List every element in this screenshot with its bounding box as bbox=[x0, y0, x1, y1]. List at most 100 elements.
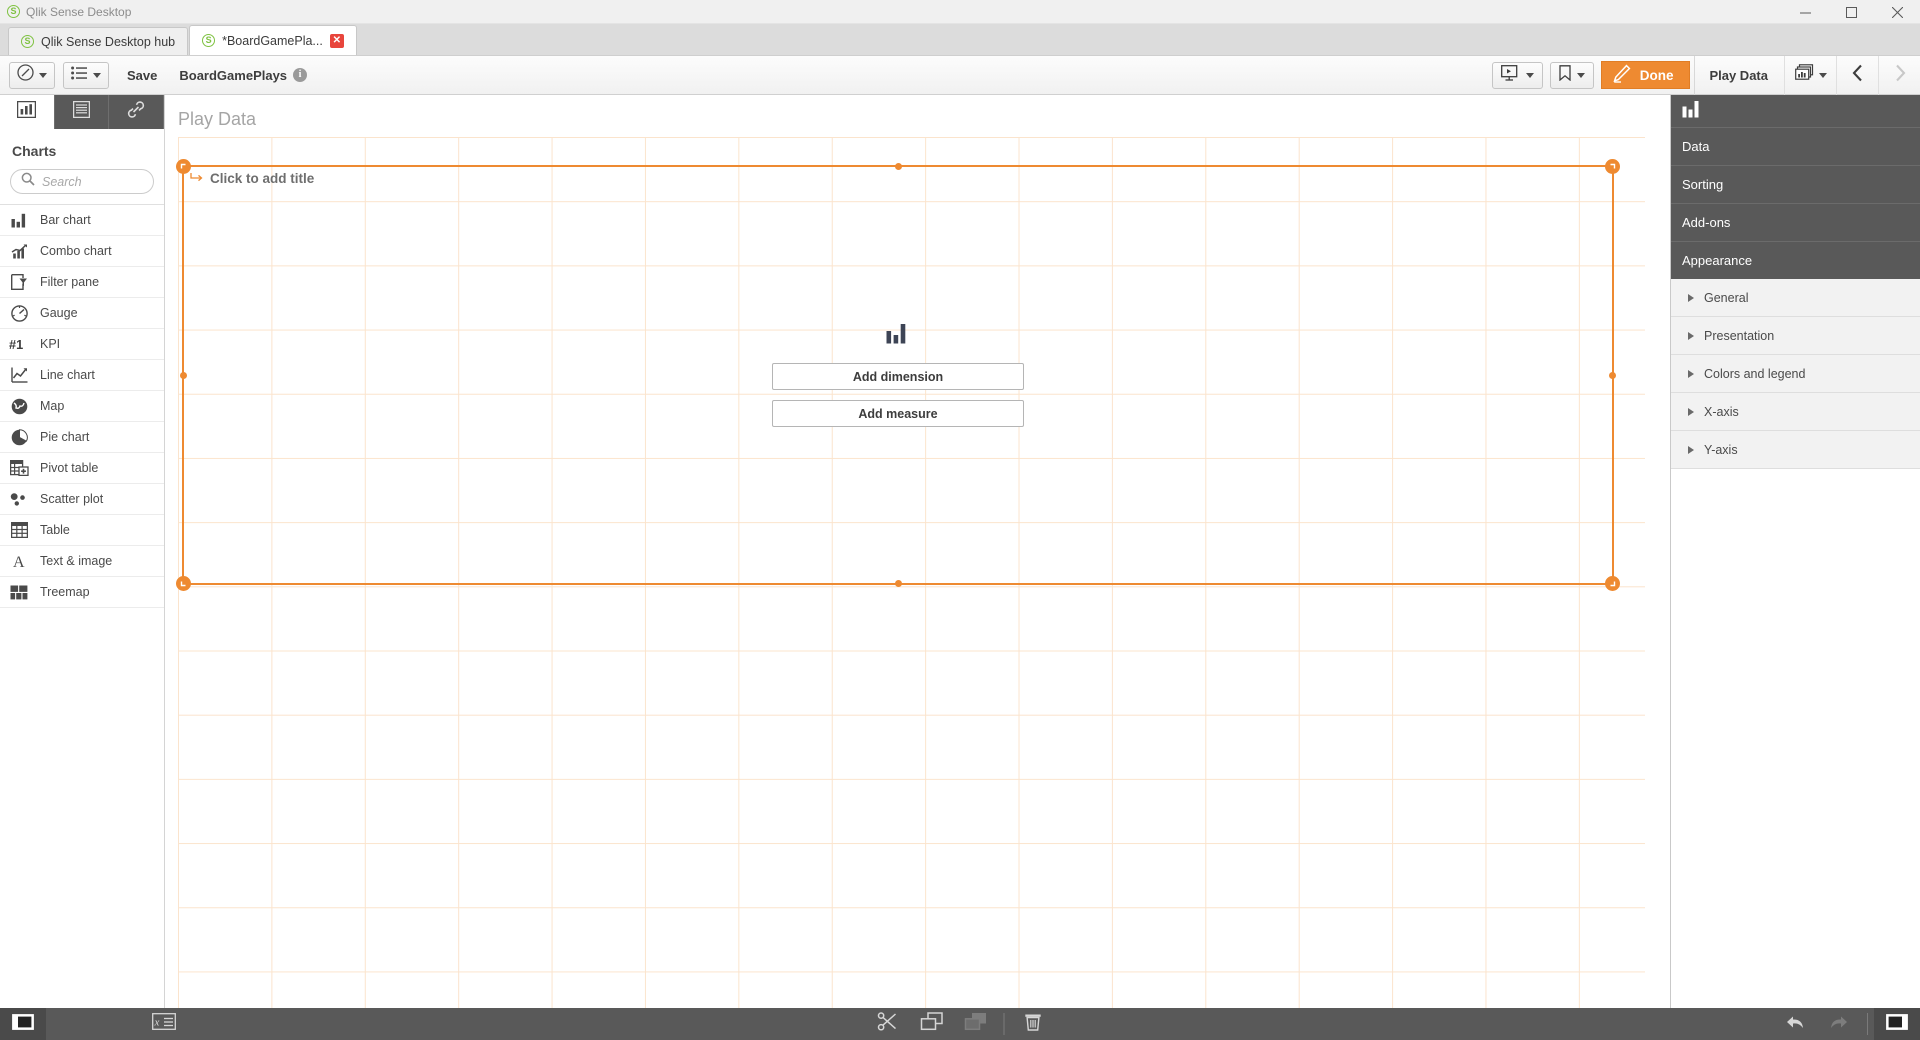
chart-item-table[interactable]: Table bbox=[0, 515, 164, 546]
chart-item-bar-chart[interactable]: Bar chart bbox=[0, 205, 164, 236]
previous-sheet-button[interactable] bbox=[1836, 55, 1878, 95]
sheet-list-icon bbox=[71, 66, 88, 85]
maximize-icon[interactable] bbox=[1828, 0, 1874, 24]
subsection-label: Y-axis bbox=[1704, 442, 1738, 457]
sidebar-tab-fields[interactable] bbox=[55, 95, 110, 129]
resize-handle-bottom-left[interactable] bbox=[176, 576, 191, 591]
resize-handle-top-right[interactable] bbox=[1605, 159, 1620, 174]
appearance-subsection-x-axis[interactable]: X-axis bbox=[1671, 393, 1920, 431]
sheet-canvas: Play Data Click to add title Add dimensi… bbox=[165, 95, 1710, 1012]
resize-handle-top-left[interactable] bbox=[176, 159, 191, 174]
chart-item-line-chart[interactable]: Line chart bbox=[0, 360, 164, 391]
appearance-subsection-general[interactable]: General bbox=[1671, 279, 1920, 317]
triangle-right-icon bbox=[1688, 331, 1694, 340]
chart-item-pie-chart[interactable]: Pie chart bbox=[0, 422, 164, 453]
chart-item-label: KPI bbox=[40, 337, 61, 351]
save-button[interactable]: Save bbox=[117, 62, 167, 89]
storytelling-button[interactable] bbox=[1491, 61, 1543, 89]
navigation-menu-button[interactable] bbox=[9, 61, 55, 89]
delete-button[interactable] bbox=[1011, 1008, 1055, 1040]
appearance-subsection-colors-and-legend[interactable]: Colors and legend bbox=[1671, 355, 1920, 393]
chart-item-label: Gauge bbox=[40, 306, 78, 320]
minimize-icon[interactable] bbox=[1782, 0, 1828, 24]
next-sheet-button[interactable] bbox=[1878, 55, 1920, 95]
svg-text:#1: #1 bbox=[9, 337, 23, 352]
sheet-navigation-bar: Play Data bbox=[1694, 55, 1920, 95]
resize-handle-top[interactable] bbox=[894, 163, 902, 170]
scatter-plot-icon bbox=[9, 490, 29, 508]
trash-icon bbox=[1024, 1012, 1041, 1036]
qlik-logo-icon: S bbox=[7, 5, 20, 18]
properties-section-appearance[interactable]: Appearance bbox=[1671, 241, 1920, 279]
chart-item-pivot-table[interactable]: Pivot table bbox=[0, 453, 164, 484]
divider bbox=[1867, 1013, 1868, 1035]
tab-boardgameplays[interactable]: S *BoardGamePla... ✕ bbox=[189, 25, 357, 55]
chart-item-label: Scatter plot bbox=[40, 492, 104, 506]
sidebar-tab-master-items[interactable] bbox=[109, 95, 165, 129]
left-panel-toggle-button[interactable] bbox=[0, 1008, 46, 1040]
resize-handle-left[interactable] bbox=[180, 371, 187, 379]
object-title-placeholder[interactable]: Click to add title bbox=[190, 171, 314, 186]
expression-editor-button[interactable]: x bbox=[142, 1008, 186, 1040]
sheet-picker-button[interactable] bbox=[1784, 55, 1836, 95]
right-panel-toggle-button[interactable] bbox=[1874, 1008, 1920, 1040]
copy-button[interactable] bbox=[910, 1008, 954, 1040]
undo-button[interactable] bbox=[1773, 1008, 1817, 1040]
properties-section-sorting[interactable]: Sorting bbox=[1671, 165, 1920, 203]
sidebar-title: Charts bbox=[12, 143, 57, 159]
add-measure-button[interactable]: Add measure bbox=[772, 400, 1024, 427]
chart-item-label: Pie chart bbox=[40, 430, 90, 444]
resize-handle-bottom-right[interactable] bbox=[1605, 576, 1620, 591]
search-icon bbox=[21, 172, 35, 191]
compass-icon bbox=[17, 64, 34, 86]
triangle-right-icon bbox=[1688, 445, 1694, 454]
subsection-label: Colors and legend bbox=[1704, 366, 1806, 381]
properties-section-data[interactable]: Data bbox=[1671, 127, 1920, 165]
sheet-grid[interactable]: Click to add title Add dimension Add mea… bbox=[176, 137, 1645, 1012]
chart-item-map[interactable]: Map bbox=[0, 391, 164, 422]
properties-section-add-ons[interactable]: Add-ons bbox=[1671, 203, 1920, 241]
bottom-toolbar: x bbox=[0, 1008, 1920, 1040]
tab-close-icon[interactable]: ✕ bbox=[329, 33, 344, 48]
search-input[interactable] bbox=[42, 174, 143, 189]
paste-button[interactable] bbox=[954, 1008, 998, 1040]
cut-button[interactable] bbox=[866, 1008, 910, 1040]
chart-item-combo-chart[interactable]: Combo chart bbox=[0, 236, 164, 267]
search-field[interactable] bbox=[10, 169, 154, 194]
appearance-subsection-presentation[interactable]: Presentation bbox=[1671, 317, 1920, 355]
add-dimension-button[interactable]: Add dimension bbox=[772, 363, 1024, 390]
tab-hub[interactable]: S Qlik Sense Desktop hub bbox=[8, 27, 189, 55]
info-icon[interactable]: i bbox=[293, 68, 308, 82]
object-title-text: Click to add title bbox=[210, 171, 315, 186]
properties-header bbox=[1671, 95, 1920, 127]
resize-handle-bottom[interactable] bbox=[894, 580, 902, 587]
chart-item-treemap[interactable]: Treemap bbox=[0, 577, 164, 608]
tab-label: *BoardGamePla... bbox=[222, 33, 323, 48]
chart-item-label: Table bbox=[40, 523, 70, 537]
filter-pane-icon bbox=[9, 273, 29, 291]
resize-handle-right[interactable] bbox=[1609, 371, 1616, 379]
chart-item-kpi[interactable]: #1 KPI bbox=[0, 329, 164, 360]
appearance-subsection-y-axis[interactable]: Y-axis bbox=[1671, 431, 1920, 469]
chevron-down-icon bbox=[1576, 72, 1585, 78]
selected-chart-object[interactable]: Click to add title Add dimension Add mea… bbox=[176, 159, 1620, 591]
chart-item-filter-pane[interactable]: Filter pane bbox=[0, 267, 164, 298]
sidebar-tab-charts[interactable] bbox=[0, 95, 55, 129]
right-panel-toggle-icon bbox=[1886, 1013, 1908, 1035]
done-button[interactable]: Done bbox=[1600, 61, 1691, 89]
chart-item-scatter-plot[interactable]: Scatter plot bbox=[0, 484, 164, 515]
bookmarks-button[interactable] bbox=[1549, 61, 1594, 89]
sidebar-tabs bbox=[0, 95, 165, 129]
title-link-icon bbox=[190, 171, 203, 186]
table-icon bbox=[9, 521, 29, 539]
left-panel-toggle-icon bbox=[12, 1013, 34, 1035]
bar-chart-icon bbox=[17, 100, 37, 123]
close-icon[interactable] bbox=[1874, 0, 1920, 24]
chart-item-text-image[interactable]: A Text & image bbox=[0, 546, 164, 577]
bottom-right-actions bbox=[1773, 1008, 1874, 1040]
sheets-menu-button[interactable] bbox=[63, 61, 109, 89]
chart-item-gauge[interactable]: Gauge bbox=[0, 298, 164, 329]
chevron-right-icon bbox=[1894, 64, 1906, 87]
redo-button[interactable] bbox=[1817, 1008, 1861, 1040]
copy-icon bbox=[920, 1012, 943, 1036]
